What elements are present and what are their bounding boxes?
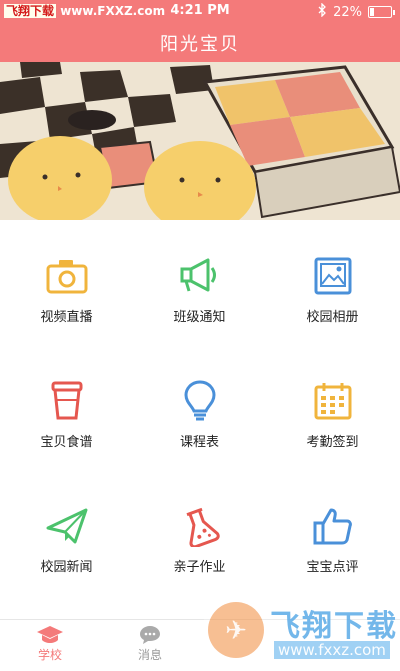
grid-item-label: 校园新闻 — [40, 560, 93, 575]
grid-item-label: 考勤签到 — [306, 435, 359, 450]
tab-label: 学校 — [37, 648, 62, 662]
grid-item-label: 宝宝点评 — [306, 560, 359, 575]
grid-item-label: 宝贝食谱 — [40, 435, 93, 450]
graduation-cap-icon — [20, 624, 80, 646]
watermark-url-bottom: www.fxxz.com — [274, 641, 390, 659]
grid-item-parent-homework[interactable]: 亲子作业 — [133, 470, 266, 595]
grid-item-label: 校园相册 — [306, 310, 359, 325]
cup-icon — [43, 377, 91, 425]
paper-plane-icon — [43, 502, 91, 550]
status-bar: 飞翔下载 www.FXXZ.com 4:21 PM 22% — [0, 0, 400, 22]
battery-icon — [368, 6, 395, 18]
flask-icon — [176, 502, 224, 550]
banner-image[interactable] — [0, 62, 400, 220]
grid-item-class-notice[interactable]: 班级通知 — [133, 220, 266, 345]
tab-label: 消息 — [137, 648, 162, 662]
grid-item-label: 班级通知 — [173, 310, 226, 325]
grid-item-label: 亲子作业 — [173, 560, 226, 575]
svg-text:✈: ✈ — [225, 616, 247, 646]
grid-item-timetable[interactable]: 课程表 — [133, 345, 266, 470]
grid-item-baby-menu[interactable]: 宝贝食谱 — [0, 345, 133, 470]
battery-percent: 22% — [333, 4, 362, 20]
grid-item-video-live[interactable]: 视频直播 — [0, 220, 133, 345]
grid-item-label: 视频直播 — [40, 310, 93, 325]
bluetooth-icon — [317, 2, 327, 21]
lightbulb-icon — [176, 377, 224, 425]
calendar-icon — [309, 377, 357, 425]
feature-grid: 视频直播 班级通知 校园相册 宝贝食谱 课程表 考勤签到 校园新闻 亲子作业 宝… — [0, 220, 400, 620]
watermark-brand: 飞翔下载 — [270, 609, 398, 644]
watermark-overlay: ✈ 飞翔下载 www.fxxz.com — [204, 597, 400, 667]
app-header: 阳光宝贝 — [0, 22, 400, 62]
grid-item-baby-review[interactable]: 宝宝点评 — [266, 470, 399, 595]
megaphone-icon — [176, 252, 224, 300]
tab-school[interactable]: 学校 — [20, 624, 80, 663]
photo-album-icon — [309, 252, 357, 300]
tab-messages[interactable]: 消息 — [120, 624, 180, 663]
grid-item-campus-news[interactable]: 校园新闻 — [0, 470, 133, 595]
chat-bubble-icon — [120, 624, 180, 646]
thumbs-up-icon — [309, 502, 357, 550]
page-title: 阳光宝贝 — [160, 34, 240, 55]
grid-item-attendance[interactable]: 考勤签到 — [266, 345, 399, 470]
camera-icon — [43, 252, 91, 300]
grid-item-label: 课程表 — [179, 435, 219, 450]
grid-item-campus-album[interactable]: 校园相册 — [266, 220, 399, 345]
